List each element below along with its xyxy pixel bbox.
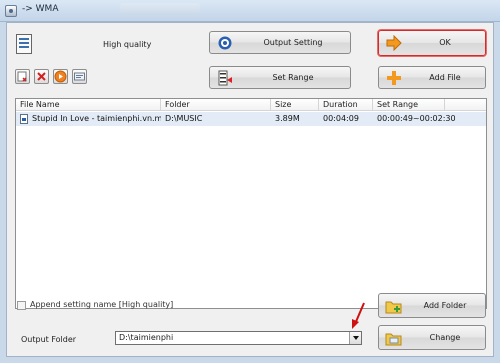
column-header-size[interactable]: Size [271,99,319,111]
cell-set-range: 00:00:49~00:02:30 [377,114,456,123]
add-folder-button[interactable]: Add Folder [378,293,486,318]
info-icon [73,70,86,83]
change-button[interactable]: Change [378,325,486,350]
append-setting-checkbox[interactable] [17,301,26,310]
add-file-label: Add File [429,73,461,82]
file-list-table[interactable]: File Name Folder Size Duration Set Range… [15,98,487,309]
column-header-duration[interactable]: Duration [319,99,373,111]
chevron-down-icon[interactable] [349,332,361,344]
cell-size: 3.89M [275,114,300,123]
table-header: File Name Folder Size Duration Set Range [16,99,486,111]
output-folder-label: Output Folder [21,335,77,344]
output-setting-button[interactable]: Output Setting [209,31,351,54]
set-range-button[interactable]: Set Range [209,66,351,89]
cell-folder: D:\MUSIC [165,114,203,123]
remove-icon [35,70,48,83]
title-bar: -> WMA [0,0,500,22]
table-row[interactable]: Stupid In Love - taimienphi.vn.mp3 D:\MU… [16,112,486,126]
play-button[interactable] [53,69,68,84]
add-file-button[interactable]: Add File [378,66,486,89]
change-label: Change [429,333,461,342]
remove-file-button[interactable] [34,69,49,84]
add-folder-icon [385,298,403,314]
quality-profile-icon [16,34,32,54]
output-setting-icon [216,35,234,51]
column-header-file-name[interactable]: File Name [16,99,161,111]
append-setting-label: Append setting name [High quality] [30,300,174,309]
add-icon [385,70,403,86]
column-header-folder[interactable]: Folder [161,99,271,111]
ok-arrow-icon [385,34,403,52]
play-icon [54,70,67,83]
window-title: -> WMA [22,4,59,14]
column-header-set-range[interactable]: Set Range [373,99,445,111]
clear-list-button[interactable] [15,69,30,84]
dialog-body: High quality Output Setting Set Range OK… [6,22,494,357]
change-folder-icon [385,330,403,346]
output-folder-value: D:\taimienphi [119,333,174,342]
file-info-button[interactable] [72,69,87,84]
add-folder-label: Add Folder [423,301,467,310]
set-range-label: Set Range [272,73,314,82]
title-bar-background-window [120,3,200,15]
app-icon [5,5,17,17]
output-folder-dropdown[interactable]: D:\taimienphi [115,331,362,345]
ok-label: OK [439,38,451,47]
ok-button[interactable]: OK [378,30,486,56]
cell-duration: 00:04:09 [323,114,359,123]
output-setting-label: Output Setting [263,38,323,47]
set-range-icon [216,70,234,86]
audio-file-icon [20,114,28,124]
cell-file-name: Stupid In Love - taimienphi.vn.mp3 [32,114,161,123]
clear-list-icon [16,70,29,83]
quality-label: High quality [103,40,152,49]
